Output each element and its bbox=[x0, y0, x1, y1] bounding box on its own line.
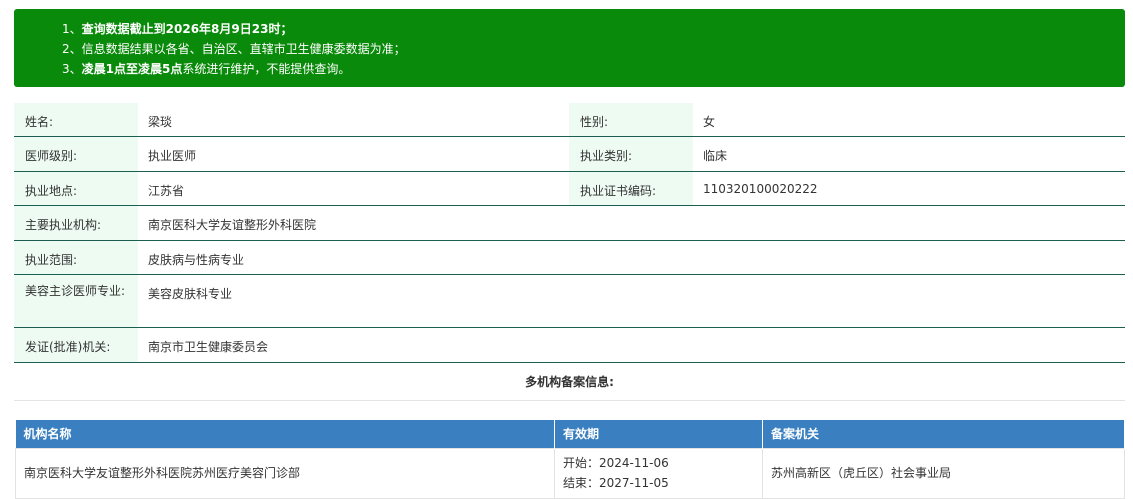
org-name-header: 机构名称 bbox=[15, 420, 555, 448]
org-value: 南京医科大学友谊整形外科医院 bbox=[148, 218, 317, 232]
validity-header: 有效期 bbox=[554, 420, 763, 448]
name-label: 姓名: bbox=[14, 103, 138, 136]
notice-line-number: 2、 bbox=[62, 42, 82, 56]
info-row-issuer: 发证(批准)机关: 南京市卫生健康委员会 bbox=[14, 328, 1125, 363]
notice-line-bold: 凌晨1点至凌晨5点 bbox=[81, 62, 183, 76]
issuer-label: 发证(批准)机关: bbox=[14, 328, 138, 362]
info-row-name-gender: 姓名: 梁琰 性别: 女 bbox=[14, 103, 1125, 137]
info-row-level-type: 医师级别: 执业医师 执业类别: 临床 bbox=[14, 137, 1125, 172]
notice-line-number: 3、 bbox=[62, 62, 82, 76]
scope-label: 执业范围: bbox=[14, 241, 138, 274]
validity-start: 开始：2024-11-06 bbox=[563, 456, 669, 470]
gender-value: 女 bbox=[703, 115, 716, 129]
filing-validity-cell: 开始：2024-11-06 结束：2027-11-05 bbox=[554, 447, 763, 499]
filing-table: 机构名称 有效期 备案机关 南京医科大学友谊整形外科医院苏州医疗美容门诊部 开始… bbox=[15, 420, 1125, 499]
info-row-location-cert: 执业地点: 江苏省 执业证书编码: 110320100020222 bbox=[14, 172, 1125, 206]
info-row-cosmetic: 美容主诊医师专业: 美容皮肤科专业 bbox=[14, 275, 1125, 328]
validity-end: 结束：2027-11-05 bbox=[563, 476, 669, 490]
notice-line-2: 2、信息数据结果以各省、自治区、直辖市卫生健康委数据为准； bbox=[62, 39, 1125, 59]
notice-line-text: 信息数据结果以各省、自治区、直辖市卫生健康委数据为准； bbox=[81, 42, 406, 56]
gender-label: 性别: bbox=[569, 103, 693, 136]
type-value: 临床 bbox=[703, 149, 728, 163]
notice-line-number: 1、 bbox=[62, 22, 82, 36]
filing-header-row: 机构名称 有效期 备案机关 bbox=[15, 420, 1125, 448]
authority-header: 备案机关 bbox=[762, 420, 1125, 448]
issuer-value: 南京市卫生健康委员会 bbox=[148, 340, 269, 354]
notice-line-3: 3、凌晨1点至凌晨5点系统进行维护，不能提供查询。 bbox=[62, 59, 1125, 79]
notice-banner: 1、查询数据截止到2026年8月9日23时； 2、信息数据结果以各省、自治区、直… bbox=[14, 9, 1125, 87]
notice-line-1: 1、查询数据截止到2026年8月9日23时； bbox=[62, 19, 1125, 39]
filing-org-cell: 南京医科大学友谊整形外科医院苏州医疗美容门诊部 bbox=[15, 447, 555, 499]
cosmetic-value: 美容皮肤科专业 bbox=[148, 287, 233, 301]
scope-value: 皮肤病与性病专业 bbox=[148, 253, 245, 267]
location-label: 执业地点: bbox=[14, 172, 138, 205]
name-value: 梁琰 bbox=[148, 115, 173, 129]
location-value: 江苏省 bbox=[148, 184, 185, 198]
table-row: 南京医科大学友谊整形外科医院苏州医疗美容门诊部 开始：2024-11-06 结束… bbox=[15, 447, 1125, 499]
cert-label: 执业证书编码: bbox=[569, 172, 693, 205]
filing-authority-cell: 苏州高新区（虎丘区）社会事业局 bbox=[762, 447, 1125, 499]
level-label: 医师级别: bbox=[14, 137, 138, 171]
level-value: 执业医师 bbox=[148, 149, 197, 163]
notice-line-bold: 查询数据截止到2026年8月9日23时； bbox=[81, 22, 293, 36]
multi-org-title: 多机构备案信息: bbox=[14, 364, 1125, 401]
cert-value: 110320100020222 bbox=[703, 182, 818, 196]
type-label: 执业类别: bbox=[569, 137, 693, 171]
doctor-info-table: 姓名: 梁琰 性别: 女 医师级别: 执业医师 执业类别: 临床 执业地点: 江… bbox=[14, 103, 1125, 363]
org-label: 主要执业机构: bbox=[14, 206, 138, 240]
notice-line-text: 系统进行维护，不能提供查询。 bbox=[182, 62, 351, 76]
info-row-scope: 执业范围: 皮肤病与性病专业 bbox=[14, 241, 1125, 275]
info-row-org: 主要执业机构: 南京医科大学友谊整形外科医院 bbox=[14, 206, 1125, 241]
cosmetic-label: 美容主诊医师专业: bbox=[14, 275, 138, 327]
